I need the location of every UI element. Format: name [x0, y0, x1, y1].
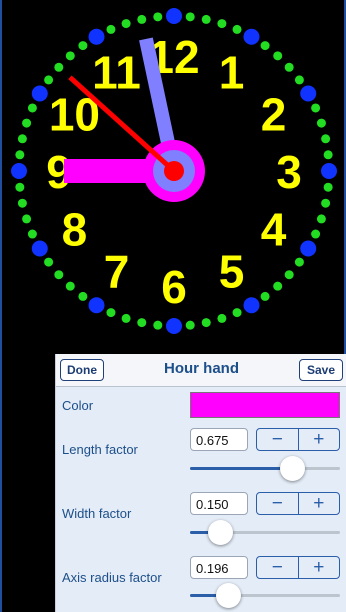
length-slider-thumb[interactable] — [280, 456, 305, 481]
numeral-2: 2 — [261, 89, 287, 141]
minute-marker-dot — [27, 103, 37, 113]
minute-marker-dot — [153, 320, 163, 330]
minute-marker-dot — [260, 291, 270, 301]
save-button[interactable]: Save — [299, 359, 343, 381]
axis-radius-factor-stepper[interactable]: − + — [256, 556, 340, 579]
minute-marker-dot — [27, 229, 37, 239]
axis-radius-factor-value[interactable]: 0.196 — [190, 556, 248, 579]
minute-marker-dot — [17, 134, 27, 144]
numeral-11: 11 — [92, 46, 141, 98]
axis-radius-slider-thumb[interactable] — [215, 583, 241, 608]
color-label: Color — [62, 398, 94, 413]
minute-marker-dot — [316, 118, 326, 128]
minute-marker-dot — [185, 320, 195, 330]
minute-marker-dot — [15, 182, 25, 192]
length-slider-fill — [190, 467, 292, 470]
minute-marker-dot — [323, 182, 333, 192]
axis-radius-increment-button[interactable]: + — [297, 557, 340, 578]
axis-radius-factor-label: Axis radius factor — [62, 570, 162, 585]
minute-marker-dot — [316, 214, 326, 224]
minute-marker-dot — [17, 198, 27, 208]
hour-marker-dot — [88, 297, 105, 314]
width-slider-thumb[interactable] — [208, 520, 233, 545]
hour-marker-dot — [321, 163, 337, 179]
hour-marker-dot — [31, 85, 48, 102]
minute-marker-dot — [22, 118, 32, 128]
minute-marker-dot — [323, 150, 333, 160]
minute-marker-dot — [273, 51, 283, 61]
minute-marker-dot — [321, 134, 331, 144]
width-decrement-button[interactable]: − — [257, 493, 298, 514]
color-swatch-button[interactable] — [190, 392, 340, 418]
minute-marker-dot — [65, 51, 75, 61]
hour-marker-dot — [166, 318, 182, 334]
width-factor-slider[interactable] — [190, 520, 340, 545]
numeral-7: 7 — [104, 246, 130, 298]
minute-marker-dot — [65, 281, 75, 291]
length-decrement-button[interactable]: − — [257, 429, 298, 450]
minute-marker-dot — [294, 75, 304, 85]
width-factor-value[interactable]: 0.150 — [190, 492, 248, 515]
numeral-4: 4 — [261, 204, 287, 256]
minute-marker-dot — [260, 41, 270, 51]
hour-marker-dot — [243, 28, 260, 45]
length-factor-value[interactable]: 0.675 — [190, 428, 248, 451]
length-factor-label: Length factor — [62, 442, 138, 457]
minute-marker-dot — [121, 313, 131, 323]
minute-marker-dot — [15, 150, 25, 160]
axis-radius-factor-slider[interactable] — [190, 583, 340, 608]
minute-marker-dot — [137, 318, 147, 328]
minute-marker-dot — [54, 270, 64, 280]
axis-radius-decrement-button[interactable]: − — [257, 557, 298, 578]
hour-marker-dot — [300, 85, 317, 102]
numeral-5: 5 — [219, 246, 245, 298]
length-factor-stepper[interactable]: − + — [256, 428, 340, 451]
minute-marker-dot — [311, 103, 321, 113]
width-factor-stepper[interactable]: − + — [256, 492, 340, 515]
hour-marker-dot — [300, 240, 317, 257]
minute-marker-dot — [232, 24, 242, 34]
numeral-6: 6 — [161, 261, 187, 313]
minute-marker-dot — [217, 313, 227, 323]
minute-marker-dot — [201, 318, 211, 328]
minute-marker-dot — [217, 19, 227, 29]
minute-marker-dot — [294, 257, 304, 267]
minute-marker-dot — [321, 198, 331, 208]
panel-header: Done Hour hand Save — [56, 354, 346, 387]
analog-clock: 12 1234567891011 — [11, 8, 337, 334]
hour-marker-dot — [243, 297, 260, 314]
minute-marker-dot — [185, 12, 195, 22]
minute-marker-dot — [284, 270, 294, 280]
minute-marker-dot — [311, 229, 321, 239]
minute-marker-dot — [44, 75, 54, 85]
minute-marker-dot — [232, 308, 242, 318]
length-factor-slider[interactable] — [190, 456, 340, 481]
numeral-3: 3 — [276, 146, 302, 198]
minute-marker-dot — [201, 14, 211, 24]
minute-marker-dot — [106, 24, 116, 34]
minute-marker-dot — [78, 291, 88, 301]
hour-marker-dot — [166, 8, 182, 24]
settings-panel: Done Hour hand Save Color Length factor … — [55, 354, 346, 612]
minute-marker-dot — [284, 62, 294, 72]
minute-marker-dot — [44, 257, 54, 267]
hour-marker-dot — [31, 240, 48, 257]
minute-marker-dot — [153, 12, 163, 22]
minute-marker-dot — [22, 214, 32, 224]
minute-marker-dot — [106, 308, 116, 318]
minute-marker-dot — [273, 281, 283, 291]
numeral-1: 1 — [219, 46, 245, 98]
minute-marker-dot — [54, 62, 64, 72]
numeral-8: 8 — [62, 204, 88, 256]
width-increment-button[interactable]: + — [297, 493, 340, 514]
length-increment-button[interactable]: + — [297, 429, 340, 450]
center-dot — [164, 161, 184, 181]
hour-marker-dot — [88, 28, 105, 45]
minute-marker-dot — [121, 19, 131, 29]
width-factor-label: Width factor — [62, 506, 132, 521]
hour-marker-dot — [11, 163, 27, 179]
minute-marker-dot — [78, 41, 88, 51]
minute-marker-dot — [137, 14, 147, 24]
